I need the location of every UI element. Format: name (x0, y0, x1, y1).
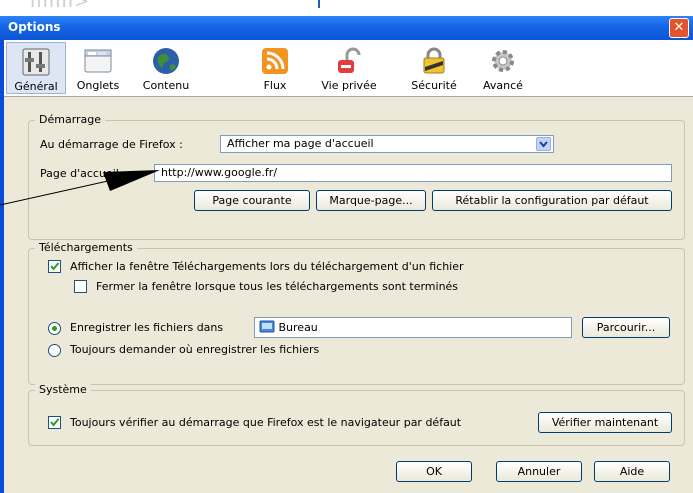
annotation-arrow (0, 170, 160, 206)
